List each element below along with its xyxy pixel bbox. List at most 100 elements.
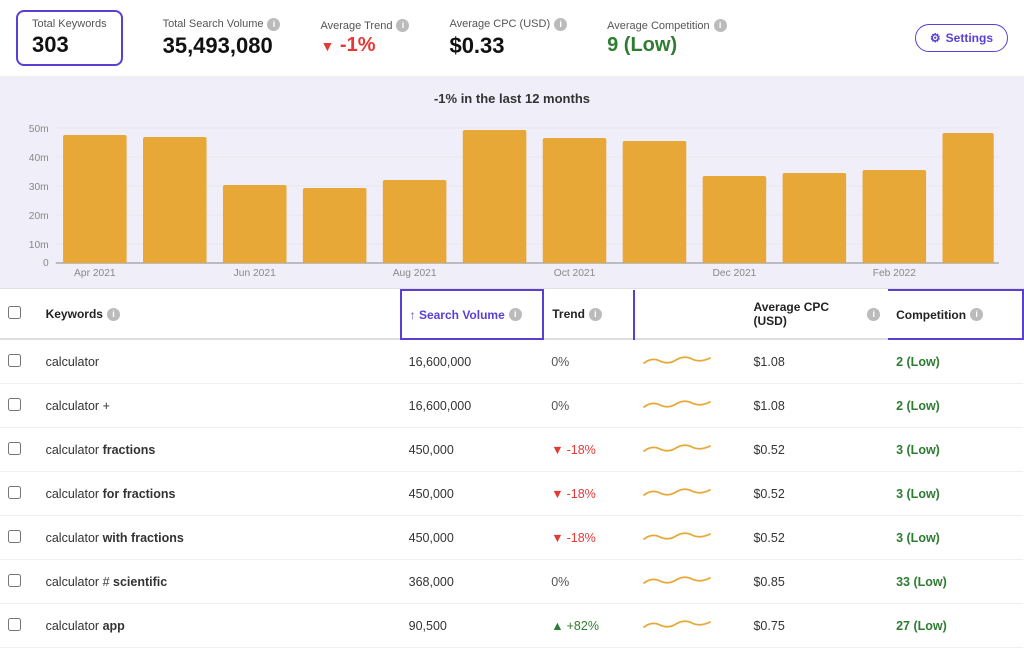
average-competition-value: 9 (Low) (607, 34, 727, 57)
competition-column-header: Competition i (888, 290, 1023, 339)
svg-text:Oct 2021: Oct 2021 (554, 268, 596, 278)
keyword-cell: calculator # scientific (38, 560, 401, 604)
trend-value-cell: 0% (543, 384, 634, 428)
cpc-cell: $0.52 (745, 428, 888, 472)
table-row: calculator for fractions 450,000 ▼-18% $… (0, 472, 1023, 516)
trend-value: 0% (551, 399, 569, 413)
trend-value: ▼-18% (551, 487, 626, 501)
trend-value: ▲+82% (551, 619, 626, 633)
trend-col-info-icon[interactable]: i (589, 308, 602, 321)
search-volume-column-header[interactable]: ↑ Search Volume i (401, 290, 544, 339)
search-volume-cell: 450,000 (401, 472, 544, 516)
row-checkbox[interactable] (8, 530, 21, 543)
table-row: calculator 16,600,000 0% $1.08 2 (Low) (0, 339, 1023, 384)
cpc-cell: $0.52 (745, 516, 888, 560)
keywords-table: Keywords i ↑ Search Volume i Trend (0, 289, 1024, 648)
keyword-col-info-icon[interactable]: i (107, 308, 120, 321)
svg-text:50m: 50m (29, 124, 49, 135)
svg-text:10m: 10m (29, 240, 49, 251)
trend-value: 0% (551, 355, 569, 369)
trend-chart-cell (634, 428, 746, 472)
keyword-cell: calculator app (38, 604, 401, 648)
chart-area: -1% in the last 12 months 50m 40m 30m 20… (0, 77, 1024, 289)
row-checkbox[interactable] (8, 574, 21, 587)
table-row: calculator app 90,500 ▲+82% $0.75 27 (Lo… (0, 604, 1023, 648)
total-search-volume-value: 35,493,080 (163, 33, 281, 59)
stats-bar: Total Keywords 303 Total Search Volume i… (0, 0, 1024, 77)
main-container: Total Keywords 303 Total Search Volume i… (0, 0, 1024, 648)
cpc-col-info-icon[interactable]: i (867, 308, 880, 321)
table-row: calculator # scientific 368,000 0% $0.85… (0, 560, 1023, 604)
svg-text:Feb 2022: Feb 2022 (873, 268, 917, 278)
settings-button[interactable]: ⚙ Settings (915, 24, 1008, 52)
row-checkbox-cell (0, 384, 38, 428)
svg-text:20m: 20m (29, 211, 49, 222)
row-checkbox[interactable] (8, 618, 21, 631)
keyword-suffix: scientific (113, 575, 167, 589)
keyword-cell: calculator + (38, 384, 401, 428)
average-trend-value: ▼ -1% (320, 34, 409, 57)
select-all-header (0, 290, 38, 339)
row-checkbox[interactable] (8, 354, 21, 367)
svg-text:30m: 30m (29, 182, 49, 193)
search-volume-cell: 16,600,000 (401, 384, 544, 428)
competition-cell: 27 (Low) (888, 604, 1023, 648)
trend-up-icon: ▲ (551, 619, 563, 633)
total-keywords-card: Total Keywords 303 (16, 10, 123, 66)
keyword-suffix: app (103, 619, 125, 633)
mini-sparkline (642, 569, 712, 591)
search-volume-col-info-icon[interactable]: i (509, 308, 522, 321)
trend-chart-cell (634, 560, 746, 604)
competition-col-info-icon[interactable]: i (970, 308, 983, 321)
keyword-text: calculator + (46, 399, 110, 413)
keyword-prefix: calculator (46, 443, 103, 457)
trend-value-cell: ▼-18% (543, 472, 634, 516)
average-cpc-card: Average CPC (USD) i $0.33 (449, 18, 567, 59)
select-all-checkbox[interactable] (8, 306, 21, 319)
keyword-suffix: for fractions (103, 487, 176, 501)
row-checkbox[interactable] (8, 442, 21, 455)
competition-cell: 2 (Low) (888, 339, 1023, 384)
trend-column-header: Trend i (543, 290, 634, 339)
trend-chart-cell (634, 339, 746, 384)
svg-text:Dec 2021: Dec 2021 (713, 268, 757, 278)
average-trend-label: Average Trend i (320, 19, 409, 32)
svg-text:Aug 2021: Aug 2021 (393, 268, 437, 278)
keyword-prefix: calculator (46, 531, 103, 545)
keyword-suffix: with fractions (103, 531, 184, 545)
search-volume-cell: 450,000 (401, 428, 544, 472)
trend-chart-cell (634, 384, 746, 428)
trend-down-arrow-icon: ▼ (320, 38, 334, 54)
total-search-volume-info-icon[interactable]: i (267, 18, 280, 31)
cpc-cell: $0.52 (745, 472, 888, 516)
average-competition-info-icon[interactable]: i (714, 19, 727, 32)
row-checkbox[interactable] (8, 486, 21, 499)
competition-cell: 2 (Low) (888, 384, 1023, 428)
trend-value-cell: ▲+82% (543, 604, 634, 648)
mini-sparkline (642, 437, 712, 459)
total-search-volume-label: Total Search Volume i (163, 18, 281, 31)
average-cpc-info-icon[interactable]: i (554, 18, 567, 31)
average-trend-info-icon[interactable]: i (396, 19, 409, 32)
row-checkbox[interactable] (8, 398, 21, 411)
competition-cell: 33 (Low) (888, 560, 1023, 604)
mini-sparkline (642, 525, 712, 547)
row-checkbox-cell (0, 472, 38, 516)
mini-sparkline (642, 481, 712, 503)
svg-text:Jun 2021: Jun 2021 (234, 268, 276, 278)
bar-chart: 50m 40m 30m 20m 10m 0 (20, 118, 1004, 278)
gear-icon: ⚙ (930, 31, 941, 45)
keyword-cell: calculator fractions (38, 428, 401, 472)
row-checkbox-cell (0, 604, 38, 648)
keyword-cell: calculator for fractions (38, 472, 401, 516)
keyword-suffix: fractions (103, 443, 156, 457)
trend-down-icon: ▼ (551, 443, 563, 457)
table-row: calculator fractions 450,000 ▼-18% $0.52… (0, 428, 1023, 472)
trend-value: ▼-18% (551, 531, 626, 545)
competition-cell: 3 (Low) (888, 428, 1023, 472)
trend-value-cell: 0% (543, 339, 634, 384)
average-cpc-label: Average CPC (USD) i (449, 18, 567, 31)
competition-cell: 3 (Low) (888, 516, 1023, 560)
keywords-table-section: Keywords i ↑ Search Volume i Trend (0, 289, 1024, 648)
row-checkbox-cell (0, 516, 38, 560)
